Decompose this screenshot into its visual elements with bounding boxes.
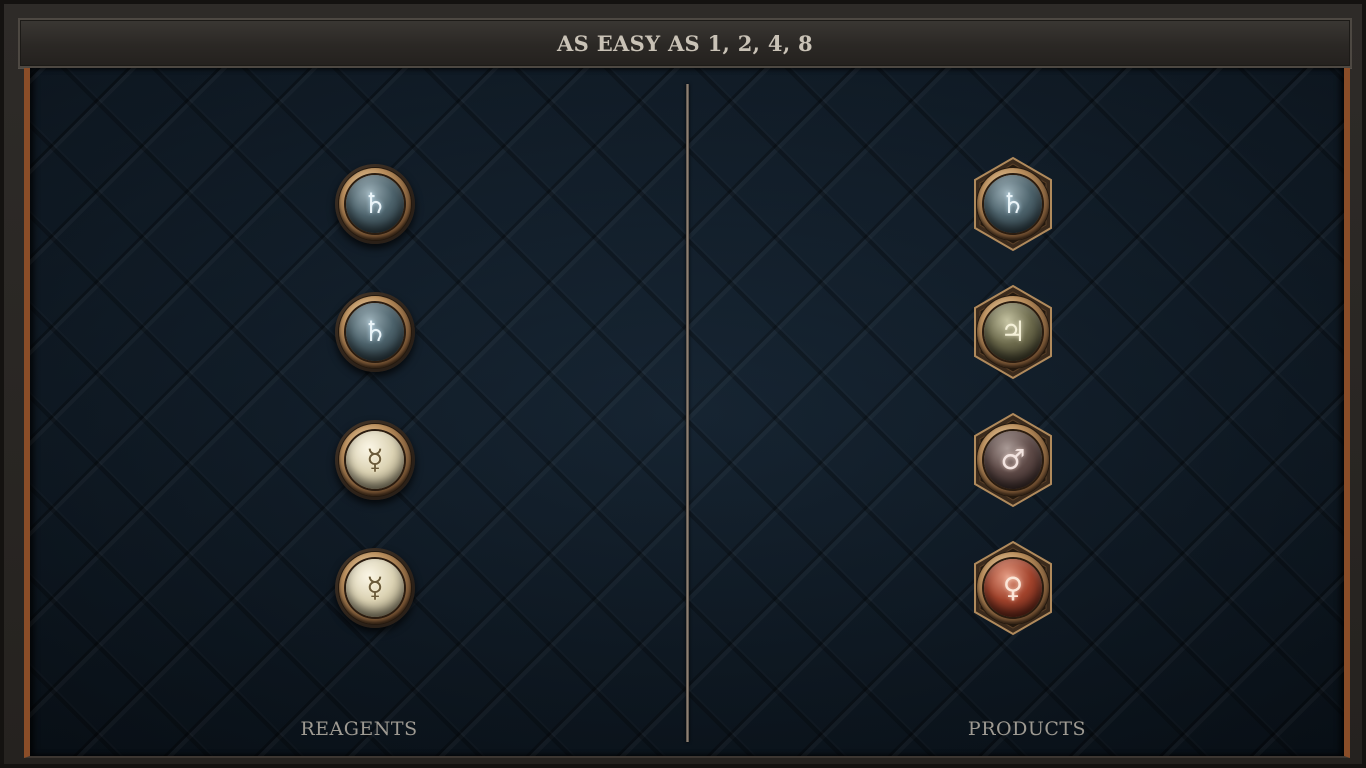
puzzle-board: ♄ ♄ ☿ ☿ ♄ ♃ ♂ ♀ REAGENTS PRODUCTS bbox=[24, 68, 1350, 758]
product-slot[interactable]: ♃ bbox=[971, 284, 1055, 380]
reagent-slot[interactable]: ☿ bbox=[333, 546, 417, 630]
mercury-orb: ☿ bbox=[346, 431, 404, 489]
tin-orb: ♃ bbox=[984, 303, 1042, 361]
products-label: PRODUCTS bbox=[967, 718, 1087, 740]
salt-orb: ♄ bbox=[346, 303, 404, 361]
mercury-orb: ☿ bbox=[346, 559, 404, 617]
salt-symbol-icon: ♄ bbox=[362, 315, 388, 348]
column-divider bbox=[686, 84, 689, 742]
reagent-slot[interactable]: ☿ bbox=[333, 418, 417, 502]
mercury-symbol-icon: ☿ bbox=[366, 443, 384, 476]
reagent-slot[interactable]: ♄ bbox=[333, 162, 417, 246]
product-slot[interactable]: ♄ bbox=[971, 156, 1055, 252]
copper-orb: ♀ bbox=[984, 559, 1042, 617]
product-slot[interactable]: ♂ bbox=[971, 412, 1055, 508]
salt-orb: ♄ bbox=[346, 175, 404, 233]
salt-symbol-icon: ♄ bbox=[362, 187, 388, 220]
venus-symbol-icon: ♀ bbox=[1002, 571, 1024, 604]
title-bar: AS EASY AS 1, 2, 4, 8 bbox=[18, 18, 1352, 68]
mars-symbol-icon: ♂ bbox=[1000, 443, 1026, 476]
product-slot[interactable]: ♀ bbox=[971, 540, 1055, 636]
mercury-symbol-icon: ☿ bbox=[366, 571, 384, 604]
reagents-label: REAGENTS bbox=[300, 718, 418, 740]
jupiter-symbol-icon: ♃ bbox=[1000, 315, 1026, 348]
iron-orb: ♂ bbox=[984, 431, 1042, 489]
reagent-slot[interactable]: ♄ bbox=[333, 290, 417, 374]
salt-orb: ♄ bbox=[984, 175, 1042, 233]
salt-symbol-icon: ♄ bbox=[1000, 187, 1026, 220]
puzzle-title: AS EASY AS 1, 2, 4, 8 bbox=[557, 30, 813, 56]
puzzle-window: AS EASY AS 1, 2, 4, 8 ♄ ♄ ☿ ☿ ♄ ♃ ♂ ♀ RE… bbox=[0, 0, 1366, 768]
